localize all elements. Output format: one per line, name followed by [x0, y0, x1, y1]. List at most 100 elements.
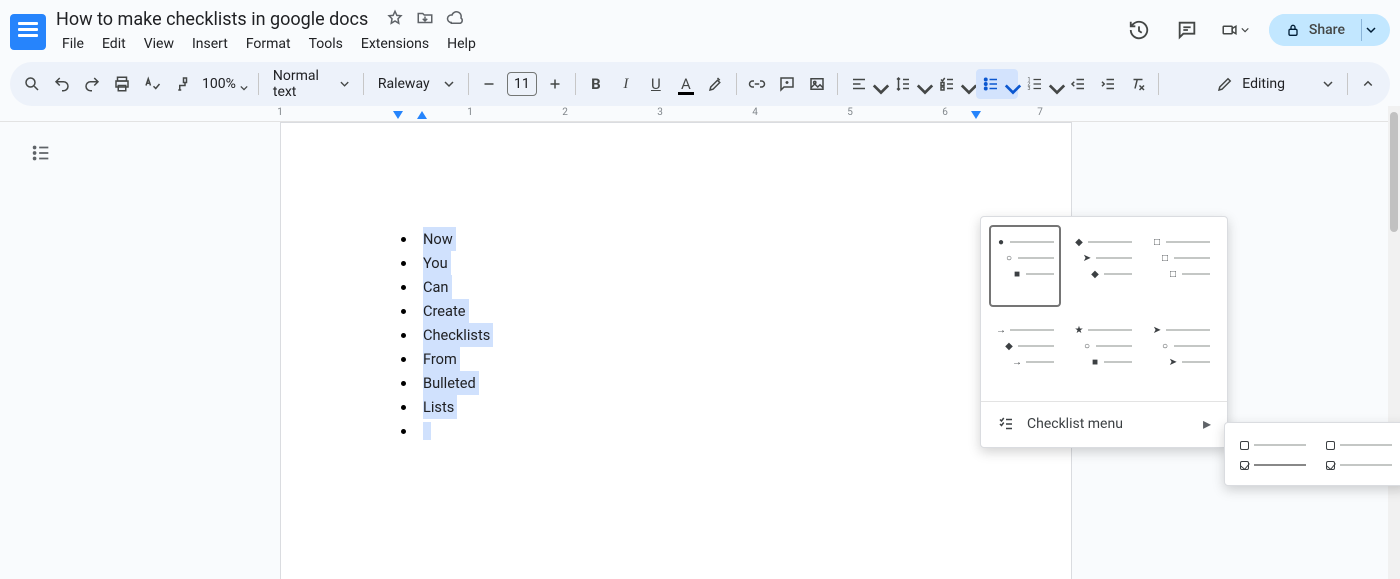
bulleted-list-dropdown[interactable] — [976, 69, 1018, 99]
undo-icon[interactable] — [48, 69, 76, 99]
share-button[interactable]: Share — [1269, 14, 1361, 46]
toolbar: 100% Normal text Raleway 11 B I U A 123 … — [10, 62, 1390, 106]
menu-insert[interactable]: Insert — [184, 33, 236, 55]
menu-bar: File Edit View Insert Format Tools Exten… — [54, 33, 1125, 55]
bullet-preset-stars[interactable]: ★ ○ ■ — [1067, 313, 1139, 395]
add-comment-icon[interactable] — [773, 69, 801, 99]
cloud-status-icon[interactable] — [446, 9, 464, 31]
document-outline-icon[interactable] — [30, 142, 52, 168]
decrease-indent-icon[interactable] — [1064, 69, 1092, 99]
list-item-text: Can — [423, 275, 452, 299]
search-menus-icon[interactable] — [18, 69, 46, 99]
bullet-icon — [401, 381, 406, 386]
checklist-preset-strikethrough[interactable] — [1233, 431, 1313, 477]
list-item-text: Create — [423, 299, 469, 323]
menu-edit[interactable]: Edit — [94, 33, 134, 55]
bold-icon[interactable]: B — [582, 69, 610, 99]
font-family-dropdown[interactable]: Raleway — [370, 76, 462, 92]
bullet-preset-diamond-arrow-diamond[interactable]: ◆ ➤ ◆ — [1067, 225, 1139, 307]
menu-tools[interactable]: Tools — [301, 33, 351, 55]
bullet-preset-hollow-squares[interactable]: □ □ □ — [1145, 225, 1217, 307]
menu-view[interactable]: View — [136, 33, 182, 55]
insert-link-icon[interactable] — [743, 69, 771, 99]
editing-mode-dropdown[interactable]: Editing — [1208, 75, 1341, 93]
italic-icon[interactable]: I — [612, 69, 640, 99]
docs-app-icon[interactable] — [10, 14, 46, 50]
text-color-icon[interactable]: A — [672, 69, 700, 99]
list-item-text: Lists — [423, 395, 457, 419]
document-page[interactable]: Now You Can Create Checklists From Bulle… — [280, 122, 1072, 579]
list-item[interactable]: From — [401, 347, 493, 371]
comments-icon[interactable] — [1173, 16, 1201, 44]
document-title[interactable]: How to make checklists in google docs — [54, 8, 370, 31]
star-icon[interactable] — [386, 9, 404, 31]
clear-formatting-icon[interactable] — [1124, 69, 1152, 99]
left-indent-marker[interactable] — [416, 110, 428, 122]
bullet-icon — [401, 405, 406, 410]
line-spacing-dropdown[interactable] — [888, 69, 930, 99]
right-indent-marker[interactable] — [970, 110, 982, 122]
first-line-indent-marker[interactable] — [392, 110, 404, 122]
meet-icon[interactable] — [1221, 16, 1249, 44]
list-item[interactable]: Bulleted — [401, 371, 493, 395]
font-size-control: 11 — [475, 69, 569, 99]
header-right: Share — [1125, 14, 1390, 46]
checklist-preset-plain[interactable] — [1319, 431, 1399, 477]
ruler-number: 5 — [847, 107, 853, 118]
zoom-dropdown[interactable]: 100% — [198, 76, 252, 92]
share-dropdown-icon[interactable] — [1362, 25, 1380, 35]
ruler-number: 4 — [752, 107, 758, 118]
bullet-preset-arrows[interactable]: → ◆ → — [989, 313, 1061, 395]
numbered-list-dropdown[interactable]: 123 — [1020, 69, 1062, 99]
increase-indent-icon[interactable] — [1094, 69, 1122, 99]
bullet-icon — [401, 429, 406, 434]
print-icon[interactable] — [108, 69, 136, 99]
move-icon[interactable] — [416, 9, 434, 31]
list-item[interactable]: Can — [401, 275, 493, 299]
checklist-menu-item[interactable]: Checklist menu ▸ — [989, 408, 1219, 439]
redo-icon[interactable] — [78, 69, 106, 99]
menu-file[interactable]: File — [54, 33, 92, 55]
vertical-scrollbar[interactable] — [1388, 106, 1400, 579]
horizontal-ruler[interactable]: 1 1 2 3 4 5 6 7 — [0, 106, 1388, 122]
checklist-presets-popup — [1224, 422, 1400, 486]
bullet-preset-disc-circle-square[interactable]: ● ○ ■ — [989, 225, 1061, 307]
paint-format-icon[interactable] — [168, 69, 196, 99]
ruler-number: 1 — [277, 107, 283, 118]
list-item[interactable]: You — [401, 251, 493, 275]
list-item[interactable]: Now — [401, 227, 493, 251]
checklist-menu-label: Checklist menu — [1027, 416, 1203, 432]
bullet-icon — [401, 237, 406, 242]
scrollbar-thumb[interactable] — [1390, 112, 1398, 232]
font-size-input[interactable]: 11 — [507, 72, 537, 96]
align-dropdown[interactable] — [844, 69, 886, 99]
font-size-decrease-icon[interactable] — [475, 69, 503, 99]
share-label: Share — [1309, 22, 1345, 38]
menu-help[interactable]: Help — [439, 33, 484, 55]
list-item-text: From — [423, 347, 460, 371]
ruler-number: 1 — [467, 107, 473, 118]
list-item[interactable]: Checklists — [401, 323, 493, 347]
bullet-icon — [401, 261, 406, 266]
list-item[interactable] — [401, 419, 493, 440]
page-content: Now You Can Create Checklists From Bulle… — [401, 227, 493, 440]
app-header: How to make checklists in google docs Fi… — [0, 0, 1400, 60]
list-item[interactable]: Create — [401, 299, 493, 323]
menu-extensions[interactable]: Extensions — [353, 33, 437, 55]
list-item[interactable]: Lists — [401, 395, 493, 419]
bullet-preset-arrow-circle[interactable]: ➤ ○ ➤ — [1145, 313, 1217, 395]
spellcheck-icon[interactable] — [138, 69, 166, 99]
underline-icon[interactable]: U — [642, 69, 670, 99]
checklist-dropdown[interactable] — [932, 69, 974, 99]
bullet-icon — [401, 309, 406, 314]
bullet-icon — [401, 333, 406, 338]
paragraph-style-dropdown[interactable]: Normal text — [265, 68, 357, 100]
submenu-arrow-icon: ▸ — [1203, 414, 1211, 433]
highlight-color-icon[interactable] — [702, 69, 730, 99]
collapse-toolbar-icon[interactable] — [1354, 69, 1382, 99]
font-size-increase-icon[interactable] — [541, 69, 569, 99]
vertical-ruler[interactable] — [0, 122, 16, 579]
history-icon[interactable] — [1125, 16, 1153, 44]
insert-image-icon[interactable] — [803, 69, 831, 99]
menu-format[interactable]: Format — [238, 33, 299, 55]
